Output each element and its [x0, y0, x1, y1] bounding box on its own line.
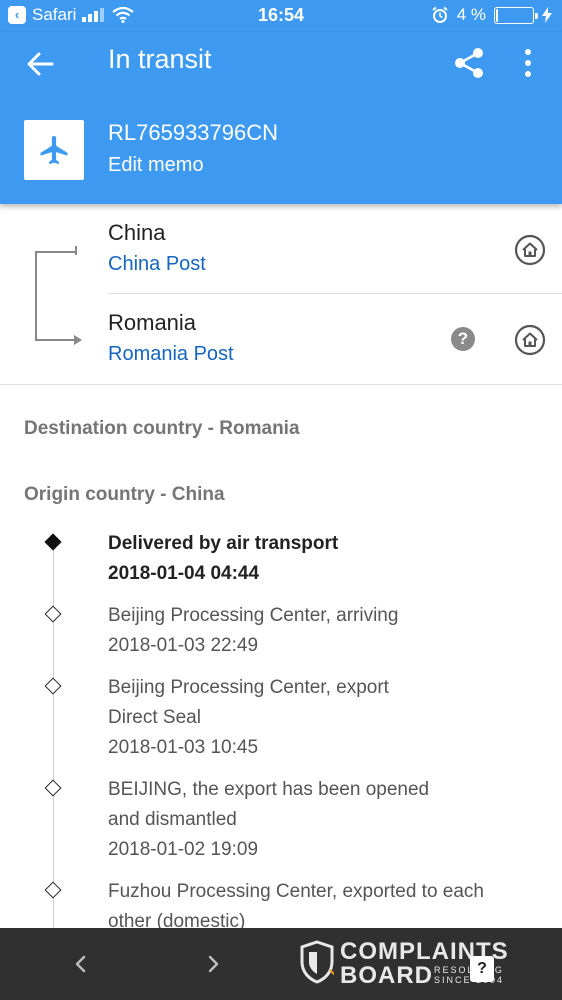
event-time: 2018-01-03 10:45 [108, 737, 259, 758]
battery-icon [494, 6, 538, 24]
charging-icon [542, 7, 552, 23]
browser-forward-icon[interactable] [202, 946, 226, 982]
home-icon[interactable] [514, 234, 546, 266]
share-icon[interactable] [452, 46, 486, 80]
event-diamond-icon [44, 605, 62, 623]
event-text: and dismantled [108, 809, 237, 830]
event-time: 2018-01-04 04:44 [108, 563, 260, 584]
back-arrow-icon[interactable] [24, 48, 56, 80]
origin-carrier-link[interactable]: China Post [108, 253, 206, 276]
event-diamond-icon [44, 779, 62, 797]
help-icon[interactable]: ? [451, 327, 475, 351]
more-vert-icon[interactable] [514, 46, 542, 80]
shield-icon [300, 940, 334, 984]
event-time: 2018-01-02 19:09 [108, 839, 259, 860]
page-title: In transit [108, 44, 212, 74]
alarm-icon [432, 6, 448, 23]
home-icon[interactable] [514, 324, 546, 356]
event-text: Beijing Processing Center, export [108, 677, 389, 698]
origin-country: China [108, 220, 166, 245]
watermark-help-icon[interactable]: ? [470, 956, 494, 982]
destination-carrier-link[interactable]: Romania Post [108, 343, 234, 366]
status-right: 4 % [431, 5, 552, 25]
event-diamond-icon [44, 881, 62, 899]
event-text: Delivered by air transport [108, 533, 339, 554]
event-text: Fuzhou Processing Center, exported to ea… [108, 881, 485, 902]
origin-country-heading: Origin country - China [24, 484, 225, 505]
event-text: BEIJING, the export has been opened [108, 779, 430, 800]
destination-row[interactable]: Romania Romania Post ? [108, 294, 562, 384]
app-bar: In transit RL765933796CN Edit memo [0, 32, 562, 204]
current-event-diamond-icon [44, 533, 62, 551]
destination-country: Romania [108, 310, 197, 335]
event-diamond-icon [44, 677, 62, 695]
event-text: Beijing Processing Center, arriving [108, 605, 399, 626]
destination-country-heading: Destination country - Romania [24, 418, 300, 439]
watermark-line2: BOARD [340, 962, 433, 989]
browser-back-icon[interactable] [68, 946, 92, 982]
route-card: China China Post Romania Romania Post ? [0, 204, 562, 385]
battery-level [496, 8, 498, 22]
status-bar: ‹ Safari 16:54 4 % [0, 0, 562, 32]
shipment-type-badge [24, 120, 84, 180]
route-connector-icon [35, 246, 82, 345]
event-time: 2018-01-03 22:49 [108, 635, 259, 656]
origin-row[interactable]: China China Post [108, 204, 562, 294]
browser-toolbar: COMPLAINTS BOARD RESOLVING SINCE 2004 ? [0, 928, 562, 1000]
tracking-number: RL765933796CN [108, 120, 279, 145]
event-text: Direct Seal [108, 707, 201, 728]
edit-memo-link[interactable]: Edit memo [108, 154, 204, 177]
airplane-icon [40, 135, 68, 165]
battery-percent: 4 % [456, 5, 486, 24]
watermark-logo: COMPLAINTS BOARD RESOLVING SINCE 2004 ? [300, 936, 530, 994]
